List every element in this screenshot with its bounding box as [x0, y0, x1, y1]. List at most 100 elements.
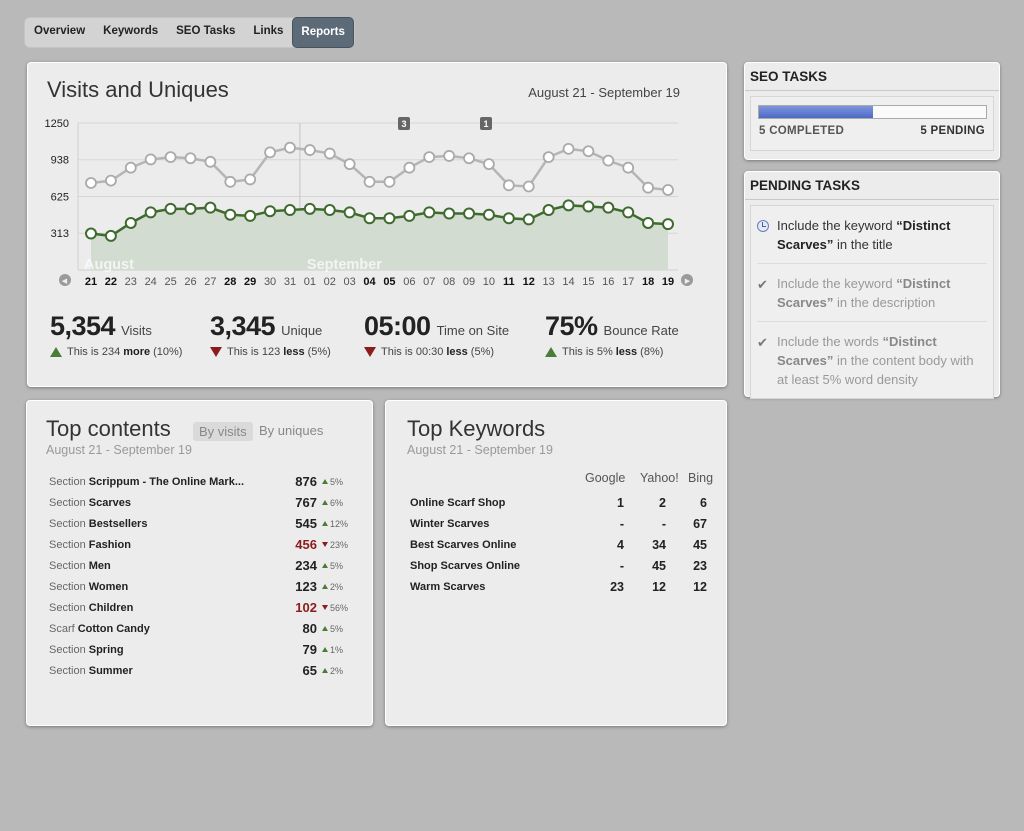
content-row[interactable]: Section Spring 79 1% [49, 639, 349, 660]
stat-delta: This is 123 less (5%) [210, 346, 331, 358]
visits-point [363, 175, 376, 188]
visits-point [582, 145, 595, 158]
uniques-point [622, 206, 635, 219]
by-uniques-toggle[interactable]: By uniques [259, 423, 323, 438]
check-icon: ✔ [757, 335, 768, 350]
trend-up-icon [322, 668, 328, 673]
tab-overview[interactable]: Overview [25, 18, 94, 47]
visits-point [85, 177, 97, 189]
keyword-name: Shop Scarves Online [410, 560, 521, 572]
task-text-pre: Include the keyword [777, 218, 897, 233]
keyword-name: Best Scarves Online [410, 539, 517, 551]
x-tick-label: 16 [602, 276, 614, 288]
content-row[interactable]: Section Summer 65 2% [49, 660, 349, 681]
top-contents-title: Top contents [46, 416, 171, 441]
content-value: 79 [302, 642, 317, 657]
trend-up-icon [322, 563, 328, 568]
stat-label: Unique [281, 323, 323, 338]
x-tick-label: 04 [363, 276, 376, 288]
content-row[interactable]: Section Men 234 5% [49, 555, 349, 576]
stat-headline: 3,345 Unique [210, 311, 331, 342]
content-row[interactable]: Section Women 123 2% [49, 576, 349, 597]
content-row[interactable]: Section Children 102 56% [49, 597, 349, 618]
content-change-pct: 12% [330, 518, 349, 529]
y-tick-label: 625 [51, 192, 69, 204]
keyword-name: Winter Scarves [410, 518, 490, 530]
keyword-row[interactable]: Shop Scarves Online - 45 23 [410, 556, 720, 577]
content-row[interactable]: Scarf Cotton Candy 80 5% [49, 618, 349, 639]
content-title: Summer [88, 664, 133, 677]
stat-bounce-rate: 75% Bounce Rate This is 5% less (8%) [545, 311, 679, 358]
month-label-september: September [307, 257, 382, 273]
seo-progress-bar [758, 105, 987, 119]
trend-up-icon [322, 479, 328, 484]
tab-keywords[interactable]: Keywords [94, 18, 167, 47]
content-row[interactable]: Section Fashion 456 23% [49, 534, 349, 555]
pending-task-item[interactable]: ✔ Include the words “Distinct Scarves” in… [757, 322, 987, 398]
stat-delta-text: This is 123 [227, 346, 281, 358]
yahoo-rank: 12 [652, 580, 666, 594]
content-change-pct: 56% [330, 602, 349, 613]
uniques-point [562, 199, 575, 212]
prev-period-arrow[interactable]: ◀ [59, 274, 71, 286]
x-tick-label: 29 [244, 276, 256, 288]
uniques-point [124, 216, 137, 229]
content-prefix: Section [49, 643, 89, 656]
x-tick-label: 07 [423, 276, 435, 288]
visits-point [522, 180, 535, 193]
content-title: Women [88, 580, 129, 593]
keyword-row[interactable]: Best Scarves Online 4 34 45 [410, 535, 720, 556]
tab-links[interactable]: Links [244, 18, 292, 47]
content-prefix: Scarf [49, 622, 78, 635]
content-name: Section Fashion [49, 539, 253, 551]
content-value: 545 [295, 516, 317, 531]
content-value: 102 [295, 600, 317, 615]
uniques-point [204, 201, 217, 214]
pending-task-item[interactable]: ✔ Include the keyword “Distinct Scarves” … [757, 264, 987, 322]
stat-delta-word: less [615, 346, 638, 358]
keyword-row[interactable]: Winter Scarves - - 67 [410, 514, 720, 535]
visits-point [184, 152, 197, 165]
next-period-arrow[interactable]: ▶ [681, 274, 693, 286]
tab-seo-tasks[interactable]: SEO Tasks [167, 18, 244, 47]
stat-headline: 5,354 Visits [50, 311, 182, 342]
content-name: Section Scrippum - The Online Mark... [49, 476, 253, 488]
visits-point [622, 161, 635, 174]
visits-point [423, 151, 436, 164]
content-title: Scrippum - The Online Mark... [88, 475, 244, 488]
uniques-point [602, 201, 615, 214]
by-visits-toggle[interactable]: By visits [193, 422, 253, 441]
uniques-point [502, 212, 515, 225]
uniques-point [482, 208, 495, 221]
trend-up-icon [545, 347, 557, 357]
visits-point [502, 179, 515, 192]
yahoo-rank: 34 [652, 538, 666, 552]
content-prefix: Section [49, 601, 89, 614]
keyword-row[interactable]: Warm Scarves 23 12 12 [410, 577, 720, 598]
uniques-point [264, 205, 277, 218]
content-value: 80 [302, 621, 317, 636]
content-row[interactable]: Section Bestsellers 545 12% [49, 513, 349, 534]
x-tick-label: 06 [403, 276, 415, 288]
pending-task-item[interactable]: Include the keyword “Distinct Scarves” i… [757, 206, 987, 264]
content-prefix: Section [49, 517, 89, 530]
visits-point [542, 151, 555, 164]
content-row[interactable]: Section Scrippum - The Online Mark... 876… [49, 471, 349, 492]
keyword-row[interactable]: Online Scarf Shop 1 2 6 [410, 493, 720, 514]
content-change-pct: 2% [330, 581, 344, 592]
content-change: 5% [322, 624, 343, 634]
task-text-post: in the description [833, 295, 936, 310]
tab-reports[interactable]: Reports [292, 17, 354, 48]
content-title: Scarves [88, 496, 131, 509]
pending-tasks-panel: PENDING TASKS Include the keyword “Disti… [744, 171, 1000, 399]
stat-time-on-site: 05:00 Time on Site This is 00:30 less (5%) [364, 311, 509, 358]
uniques-point [224, 208, 237, 221]
uniques-point [542, 204, 555, 217]
content-change: 56% [322, 603, 348, 613]
uniques-point [164, 202, 177, 215]
stat-unique: 3,345 Unique This is 123 less (5%) [210, 311, 331, 358]
uniques-point [582, 200, 595, 213]
bing-rank: 67 [693, 517, 707, 531]
yahoo-rank: 45 [652, 559, 666, 573]
content-row[interactable]: Section Scarves 767 6% [49, 492, 349, 513]
